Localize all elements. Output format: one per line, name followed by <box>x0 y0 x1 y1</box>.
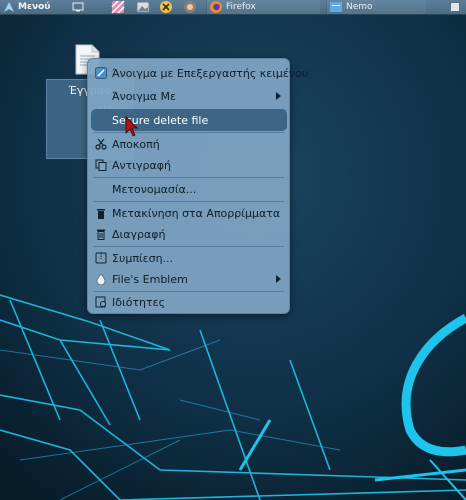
menu-item-label: Διαγραφή <box>112 227 166 241</box>
menu-item-label: Αποκοπή <box>112 137 160 151</box>
text-editor-icon <box>95 67 107 79</box>
firefox-icon <box>210 1 222 13</box>
menu-item-move-to-trash[interactable]: Μετακίνηση στα Απορρίμματα <box>91 202 287 224</box>
menu-item-label: Συμπίεση... <box>112 251 174 265</box>
xfce-launcher[interactable] <box>158 0 174 14</box>
submenu-arrow-icon <box>276 92 281 100</box>
menu-item-properties[interactable]: Ιδιότητες <box>91 291 287 313</box>
settings-launcher[interactable] <box>182 0 198 14</box>
taskbar-item-nemo[interactable]: Nemo <box>326 0 426 14</box>
main-menu-button[interactable]: Μενού <box>0 0 56 14</box>
mouse-cursor-icon <box>125 116 138 137</box>
scissors-icon <box>95 138 107 150</box>
submenu-arrow-icon <box>276 275 281 283</box>
taskbar-item-firefox[interactable]: Firefox <box>206 0 320 14</box>
image-viewer-launcher[interactable] <box>135 0 151 14</box>
tray-item[interactable] <box>448 0 462 14</box>
menu-item-label: Άνοιγμα Με <box>112 89 176 103</box>
nemo-folder-icon <box>330 2 342 12</box>
copy-icon <box>95 159 107 171</box>
context-menu: Άνοιγμα με Επεξεργαστής κειμένου Άνοιγμα… <box>87 58 308 314</box>
top-panel: Μενού Firefox Nemo <box>0 0 466 15</box>
taskbar-label-firefox: Firefox <box>226 2 256 12</box>
menu-item-rename[interactable]: Μετονομασία... <box>91 178 287 200</box>
image-viewer-icon <box>136 1 150 13</box>
menu-item-label: Αντιγραφή <box>112 158 171 172</box>
xfce-icon <box>160 1 172 13</box>
menu-item-delete[interactable]: Διαγραφή <box>91 223 287 245</box>
menu-item-label: Ιδιότητες <box>112 295 166 309</box>
menu-item-compress[interactable]: Συμπίεση... <box>91 247 287 269</box>
delete-icon <box>95 228 107 240</box>
show-desktop-icon <box>72 2 84 12</box>
pattern-app-launcher[interactable] <box>110 0 126 14</box>
trash-icon <box>95 207 107 219</box>
archive-icon <box>95 252 107 264</box>
menu-item-label: Άνοιγμα με Επεξεργαστής κειμένου <box>112 66 309 80</box>
menu-item-label: Μετακίνηση στα Απορρίμματα <box>112 206 281 220</box>
emblem-drop-icon <box>95 273 107 285</box>
menu-item-files-emblem[interactable]: File's Emblem <box>91 268 287 290</box>
main-menu-label: Μενού <box>18 2 51 12</box>
menu-item-secure-delete[interactable]: Secure delete file <box>91 109 287 131</box>
settings-icon <box>184 1 196 13</box>
taskbar-label-nemo: Nemo <box>346 2 373 12</box>
arch-logo-icon <box>4 2 14 12</box>
show-desktop-launcher[interactable] <box>70 0 86 14</box>
tray-window-icon <box>450 2 460 12</box>
menu-item-label: File's Emblem <box>112 272 188 286</box>
properties-icon <box>95 296 107 308</box>
menu-item-cut[interactable]: Αποκοπή <box>91 133 287 155</box>
menu-item-copy[interactable]: Αντιγραφή <box>91 154 287 176</box>
menu-item-open-with-text-editor[interactable]: Άνοιγμα με Επεξεργαστής κειμένου <box>91 62 308 84</box>
menu-item-open-with[interactable]: Άνοιγμα Με <box>91 85 287 107</box>
menu-item-label: Μετονομασία... <box>112 182 197 196</box>
pattern-app-icon <box>111 0 125 14</box>
